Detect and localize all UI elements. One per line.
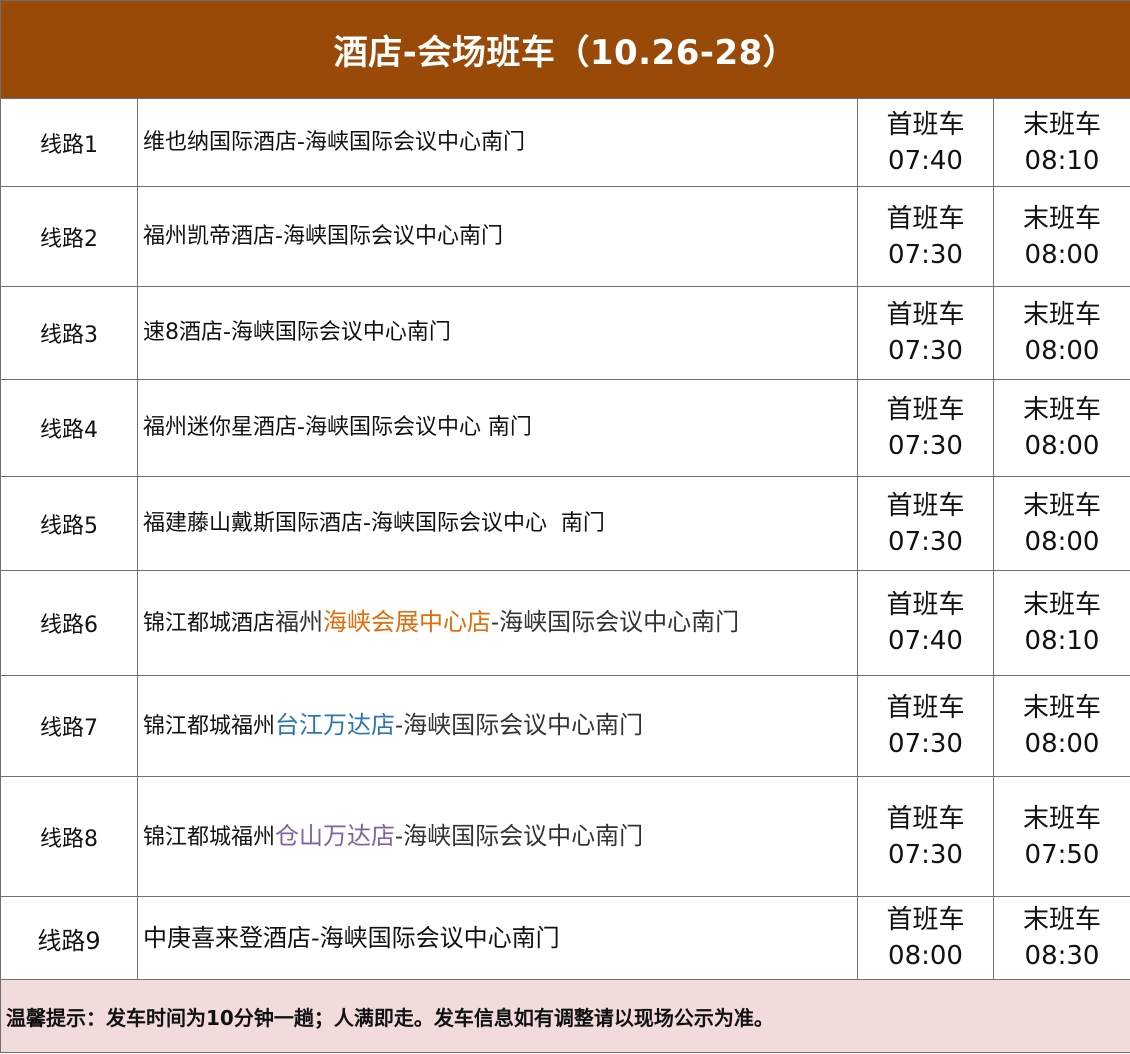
table-row: 线路3 速8酒店-海峡国际会议中心南门 首班车 07:30 末班车 08:00	[0, 286, 1130, 380]
first-bus-label: 首班车	[886, 905, 965, 935]
last-bus-cell: 末班车 08:00	[992, 675, 1130, 777]
route-name-highlight: 台江万达店	[275, 711, 396, 739]
last-bus-label: 末班车	[1023, 905, 1102, 935]
shuttle-schedule-table: 酒店-会场班车（10.26-28） 线路1 维也纳国际酒店-海峡国际会议中心南门…	[0, 0, 1130, 1053]
first-bus-label: 首班车	[886, 803, 965, 834]
last-bus-label: 末班车	[1023, 395, 1102, 425]
first-bus-time: 07:40	[888, 145, 963, 176]
route-name: 中庚喜来登酒店-海峡国际会议中心南门	[137, 896, 858, 980]
route-label: 线路7	[0, 675, 138, 777]
route-name-suffix: -海峡国际会议中心南门	[395, 821, 644, 850]
last-bus-label: 末班车	[1023, 693, 1102, 723]
route-name: 速8酒店-海峡国际会议中心南门	[137, 286, 858, 380]
route-name: 维也纳国际酒店-海峡国际会议中心南门	[137, 98, 858, 187]
first-bus-cell: 首班车 07:30	[857, 776, 994, 897]
last-bus-label: 末班车	[1023, 109, 1102, 140]
first-bus-cell: 首班车 07:30	[857, 186, 994, 287]
first-bus-label: 首班车	[886, 490, 965, 521]
route-label: 线路6	[0, 570, 138, 676]
shuttle-schedule-sheet: 酒店-会场班车（10.26-28） 线路1 维也纳国际酒店-海峡国际会议中心南门…	[0, 0, 1130, 1054]
first-bus-cell: 首班车 07:30	[857, 476, 994, 571]
note-row: 温馨提示：发车时间为10分钟一趟；人满即走。发车信息如有调整请以现场公示为准。	[0, 979, 1130, 1053]
table-row: 线路4 福州迷你星酒店-海峡国际会议中心 南门 首班车 07:30 末班车 08:0…	[0, 379, 1130, 477]
notice-text: 温馨提示：发车时间为10分钟一趟；人满即走。发车信息如有调整请以现场公示为准。	[0, 979, 1130, 1053]
last-bus-time: 07:50	[1024, 839, 1100, 870]
first-bus-cell: 首班车 07:40	[857, 570, 994, 676]
route-name-city: 福州	[275, 608, 324, 636]
route-name-prefix: 锦江都城福州	[143, 824, 276, 850]
route-name: 福州凯帝酒店-海峡国际会议中心南门	[137, 186, 858, 287]
route-name: 锦江都城福州仓山万达店-海峡国际会议中心南门	[137, 776, 858, 897]
first-bus-label: 首班车	[886, 203, 965, 234]
route-name-prefix: 锦江都城福州	[143, 714, 276, 739]
table-row: 线路1 维也纳国际酒店-海峡国际会议中心南门 首班车 07:40 末班车 08:10	[0, 98, 1130, 187]
last-bus-time: 08:00	[1024, 431, 1100, 461]
last-bus-label: 末班车	[1023, 803, 1102, 834]
route-name-highlight: 仓山万达店	[275, 821, 396, 850]
table-row: 线路2 福州凯帝酒店-海峡国际会议中心南门 首班车 07:30 末班车 08:00	[0, 186, 1130, 287]
route-label: 线路2	[0, 186, 138, 287]
route-name-suffix: -海峡国际会议中心南门	[395, 711, 644, 739]
last-bus-time: 08:00	[1024, 336, 1100, 366]
route-label: 线路8	[0, 776, 138, 897]
table-row: 线路6 锦江都城酒店福州海峡会展中心店-海峡国际会议中心南门 首班车 07:40 …	[0, 570, 1130, 676]
last-bus-time: 08:00	[1024, 729, 1100, 759]
table-row: 线路8 锦江都城福州仓山万达店-海峡国际会议中心南门 首班车 07:30 末班车 0…	[0, 776, 1130, 897]
route-label: 线路5	[0, 476, 138, 571]
last-bus-label: 末班车	[1023, 203, 1102, 234]
route-name: 福建藤山戴斯国际酒店-海峡国际会议中心 南门	[137, 476, 858, 571]
last-bus-cell: 末班车 08:00	[992, 476, 1130, 571]
first-bus-label: 首班车	[886, 300, 965, 330]
route-label: 线路1	[0, 98, 138, 187]
first-bus-time: 07:30	[888, 839, 963, 870]
first-bus-time: 07:30	[888, 526, 963, 557]
first-bus-label: 首班车	[886, 693, 965, 723]
table-row: 线路7 锦江都城福州台江万达店-海峡国际会议中心南门 首班车 07:30 末班车 0…	[0, 675, 1130, 777]
last-bus-cell: 末班车 08:00	[992, 379, 1130, 477]
route-label: 线路3	[0, 286, 138, 380]
first-bus-time: 07:30	[888, 729, 963, 759]
last-bus-cell: 末班车 08:10	[992, 98, 1130, 187]
first-bus-time: 07:30	[888, 239, 963, 270]
first-bus-cell: 首班车 07:30	[857, 286, 994, 380]
route-name: 锦江都城酒店福州海峡会展中心店-海峡国际会议中心南门	[137, 570, 858, 676]
first-bus-label: 首班车	[886, 395, 965, 425]
route-label: 线路4	[0, 379, 138, 477]
first-bus-cell: 首班车 07:40	[857, 98, 994, 187]
last-bus-label: 末班车	[1023, 590, 1102, 620]
last-bus-cell: 末班车 08:00	[992, 286, 1130, 380]
table-row: 线路9 中庚喜来登酒店-海峡国际会议中心南门 首班车 08:00 末班车 08:30	[0, 896, 1130, 980]
title-row: 酒店-会场班车（10.26-28）	[0, 0, 1130, 99]
first-bus-label: 首班车	[886, 109, 965, 140]
route-name-suffix: -海峡国际会议中心南门	[491, 608, 740, 636]
table-row: 线路5 福建藤山戴斯国际酒店-海峡国际会议中心 南门 首班车 07:30 末班车 0…	[0, 476, 1130, 571]
first-bus-cell: 首班车 07:30	[857, 379, 994, 477]
first-bus-label: 首班车	[886, 590, 965, 620]
first-bus-cell: 首班车 08:00	[857, 896, 994, 980]
route-name: 锦江都城福州台江万达店-海峡国际会议中心南门	[137, 675, 858, 777]
route-name: 福州迷你星酒店-海峡国际会议中心 南门	[137, 379, 858, 477]
last-bus-cell: 末班车 07:50	[992, 776, 1130, 897]
first-bus-time: 07:30	[888, 431, 963, 461]
last-bus-cell: 末班车 08:10	[992, 570, 1130, 676]
first-bus-time: 07:40	[888, 626, 963, 656]
route-name-highlight: 海峡会展中心店	[323, 608, 492, 636]
first-bus-time: 07:30	[888, 336, 963, 366]
last-bus-time: 08:10	[1024, 626, 1100, 656]
last-bus-label: 末班车	[1023, 490, 1102, 521]
first-bus-cell: 首班车 07:30	[857, 675, 994, 777]
last-bus-time: 08:00	[1024, 526, 1100, 557]
last-bus-cell: 末班车 08:00	[992, 186, 1130, 287]
route-label: 线路9	[0, 896, 138, 980]
last-bus-time: 08:30	[1024, 941, 1100, 971]
last-bus-label: 末班车	[1023, 300, 1102, 330]
last-bus-cell: 末班车 08:30	[992, 896, 1130, 980]
schedule-title: 酒店-会场班车（10.26-28）	[0, 0, 1130, 99]
route-name-prefix: 锦江都城酒店	[143, 611, 276, 636]
last-bus-time: 08:10	[1024, 145, 1100, 176]
first-bus-time: 08:00	[888, 941, 963, 971]
last-bus-time: 08:00	[1024, 239, 1100, 270]
